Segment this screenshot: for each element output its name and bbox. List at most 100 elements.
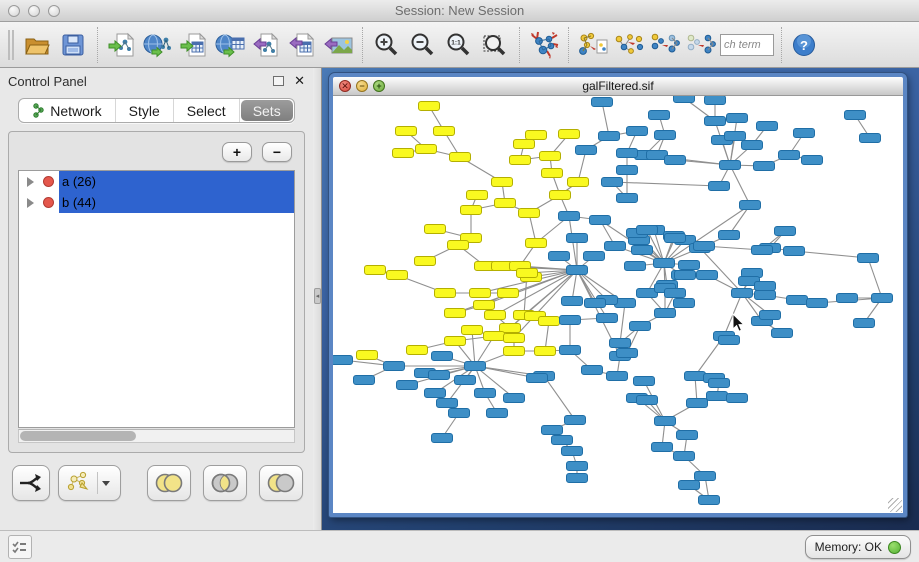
graph-node-blue[interactable] xyxy=(599,132,620,141)
network-window-titlebar[interactable]: ✕ − + galFiltered.sif xyxy=(333,77,903,96)
graph-node-blue[interactable] xyxy=(432,434,453,443)
set-list-item[interactable]: a (26) xyxy=(19,171,294,192)
graph-node-blue[interactable] xyxy=(679,481,700,490)
graph-node-yellow[interactable] xyxy=(485,311,506,320)
graph-node-blue[interactable] xyxy=(654,259,675,268)
graph-node-blue[interactable] xyxy=(854,319,875,328)
graph-node-blue[interactable] xyxy=(649,111,670,120)
graph-node-yellow[interactable] xyxy=(504,347,525,356)
graph-node-blue[interactable] xyxy=(775,227,796,236)
graph-node-blue[interactable] xyxy=(802,156,823,165)
panel-divider[interactable]: ◂ xyxy=(313,68,322,530)
tab-select[interactable]: Select xyxy=(174,99,240,122)
graph-node-yellow[interactable] xyxy=(474,301,495,310)
graph-node-blue[interactable] xyxy=(742,141,763,150)
graph-node-yellow[interactable] xyxy=(467,191,488,200)
graph-node-blue[interactable] xyxy=(655,131,676,140)
graph-node-yellow[interactable] xyxy=(492,178,513,187)
set-operation-intersection-button[interactable] xyxy=(648,27,682,63)
save-session-button[interactable] xyxy=(56,27,90,63)
graph-node-yellow[interactable] xyxy=(559,130,580,139)
graph-node-blue[interactable] xyxy=(549,252,570,261)
zoom-actual-size-button[interactable]: 1:1 xyxy=(442,27,476,63)
graph-node-yellow[interactable] xyxy=(498,289,519,298)
graph-node-blue[interactable] xyxy=(333,356,353,365)
graph-node-yellow[interactable] xyxy=(425,225,446,234)
graph-node-blue[interactable] xyxy=(602,178,623,187)
graph-node-blue[interactable] xyxy=(675,271,696,280)
graph-node-blue[interactable] xyxy=(655,309,676,318)
remove-set-button[interactable]: − xyxy=(262,142,292,162)
graph-node-blue[interactable] xyxy=(354,376,375,385)
zoom-fit-selected-button[interactable] xyxy=(478,27,512,63)
graph-node-blue[interactable] xyxy=(755,291,776,300)
graph-node-blue[interactable] xyxy=(630,322,651,331)
graph-node-yellow[interactable] xyxy=(415,257,436,266)
graph-node-blue[interactable] xyxy=(625,262,646,271)
graph-node-blue[interactable] xyxy=(637,226,658,235)
graph-node-blue[interactable] xyxy=(455,376,476,385)
graph-node-yellow[interactable] xyxy=(568,178,589,187)
graph-node-blue[interactable] xyxy=(784,247,805,256)
set-intersection-button[interactable] xyxy=(203,465,247,501)
graph-node-blue[interactable] xyxy=(705,96,726,105)
graph-node-yellow[interactable] xyxy=(470,289,491,298)
set-union-button[interactable] xyxy=(147,465,191,501)
graph-node-blue[interactable] xyxy=(725,132,746,141)
graph-node-blue[interactable] xyxy=(709,379,730,388)
import-network-web-button[interactable] xyxy=(141,27,175,63)
graph-node-blue[interactable] xyxy=(858,254,879,263)
memory-status-button[interactable]: Memory: OK xyxy=(805,535,911,559)
graph-node-blue[interactable] xyxy=(674,96,695,103)
zoom-out-button[interactable] xyxy=(406,27,440,63)
graph-node-yellow[interactable] xyxy=(445,309,466,318)
graph-node-yellow[interactable] xyxy=(539,317,560,326)
graph-node-blue[interactable] xyxy=(807,299,828,308)
graph-node-blue[interactable] xyxy=(384,362,405,371)
toolbar-drag-handle[interactable] xyxy=(8,30,14,60)
graph-node-blue[interactable] xyxy=(760,311,781,320)
graph-node-blue[interactable] xyxy=(449,409,470,418)
import-table-file-button[interactable] xyxy=(177,27,211,63)
graph-node-blue[interactable] xyxy=(585,299,606,308)
graph-node-blue[interactable] xyxy=(755,282,776,291)
create-set-from-selection-button[interactable] xyxy=(576,27,610,63)
collapse-panel-handle[interactable]: ◂ xyxy=(314,288,321,304)
network-canvas[interactable] xyxy=(333,96,903,513)
graph-node-blue[interactable] xyxy=(677,431,698,440)
open-session-button[interactable] xyxy=(20,27,54,63)
graph-node-yellow[interactable] xyxy=(419,102,440,111)
graph-node-blue[interactable] xyxy=(860,134,881,143)
graph-node-blue[interactable] xyxy=(527,374,548,383)
graph-node-yellow[interactable] xyxy=(462,326,483,335)
resize-grip[interactable] xyxy=(888,498,902,512)
graph-node-blue[interactable] xyxy=(562,447,583,456)
graph-node-yellow[interactable] xyxy=(484,332,505,341)
zoom-in-button[interactable] xyxy=(370,27,404,63)
graph-node-yellow[interactable] xyxy=(540,152,561,161)
graph-node-blue[interactable] xyxy=(425,389,446,398)
set-operation-union-button[interactable] xyxy=(612,27,646,63)
graph-node-yellow[interactable] xyxy=(461,206,482,215)
graph-node-yellow[interactable] xyxy=(514,140,535,149)
task-history-button[interactable] xyxy=(8,535,32,559)
graph-node-blue[interactable] xyxy=(584,252,605,261)
graph-node-blue[interactable] xyxy=(720,161,741,170)
graph-node-blue[interactable] xyxy=(542,426,563,435)
graph-node-blue[interactable] xyxy=(617,194,638,203)
graph-node-blue[interactable] xyxy=(576,146,597,155)
graph-node-blue[interactable] xyxy=(679,261,700,270)
graph-node-blue[interactable] xyxy=(674,452,695,461)
graph-node-blue[interactable] xyxy=(560,346,581,355)
graph-node-blue[interactable] xyxy=(567,266,588,275)
graph-node-yellow[interactable] xyxy=(407,346,428,355)
sets-horizontal-scrollbar[interactable] xyxy=(18,429,295,443)
graph-node-blue[interactable] xyxy=(637,396,658,405)
expand-triangle-icon[interactable] xyxy=(27,177,34,187)
graph-node-blue[interactable] xyxy=(562,297,583,306)
graph-node-blue[interactable] xyxy=(687,399,708,408)
sets-list[interactable]: a (26)b (44) xyxy=(18,170,295,428)
graph-node-yellow[interactable] xyxy=(517,269,538,278)
graph-node-blue[interactable] xyxy=(429,371,450,380)
float-panel-icon[interactable] xyxy=(273,76,284,86)
